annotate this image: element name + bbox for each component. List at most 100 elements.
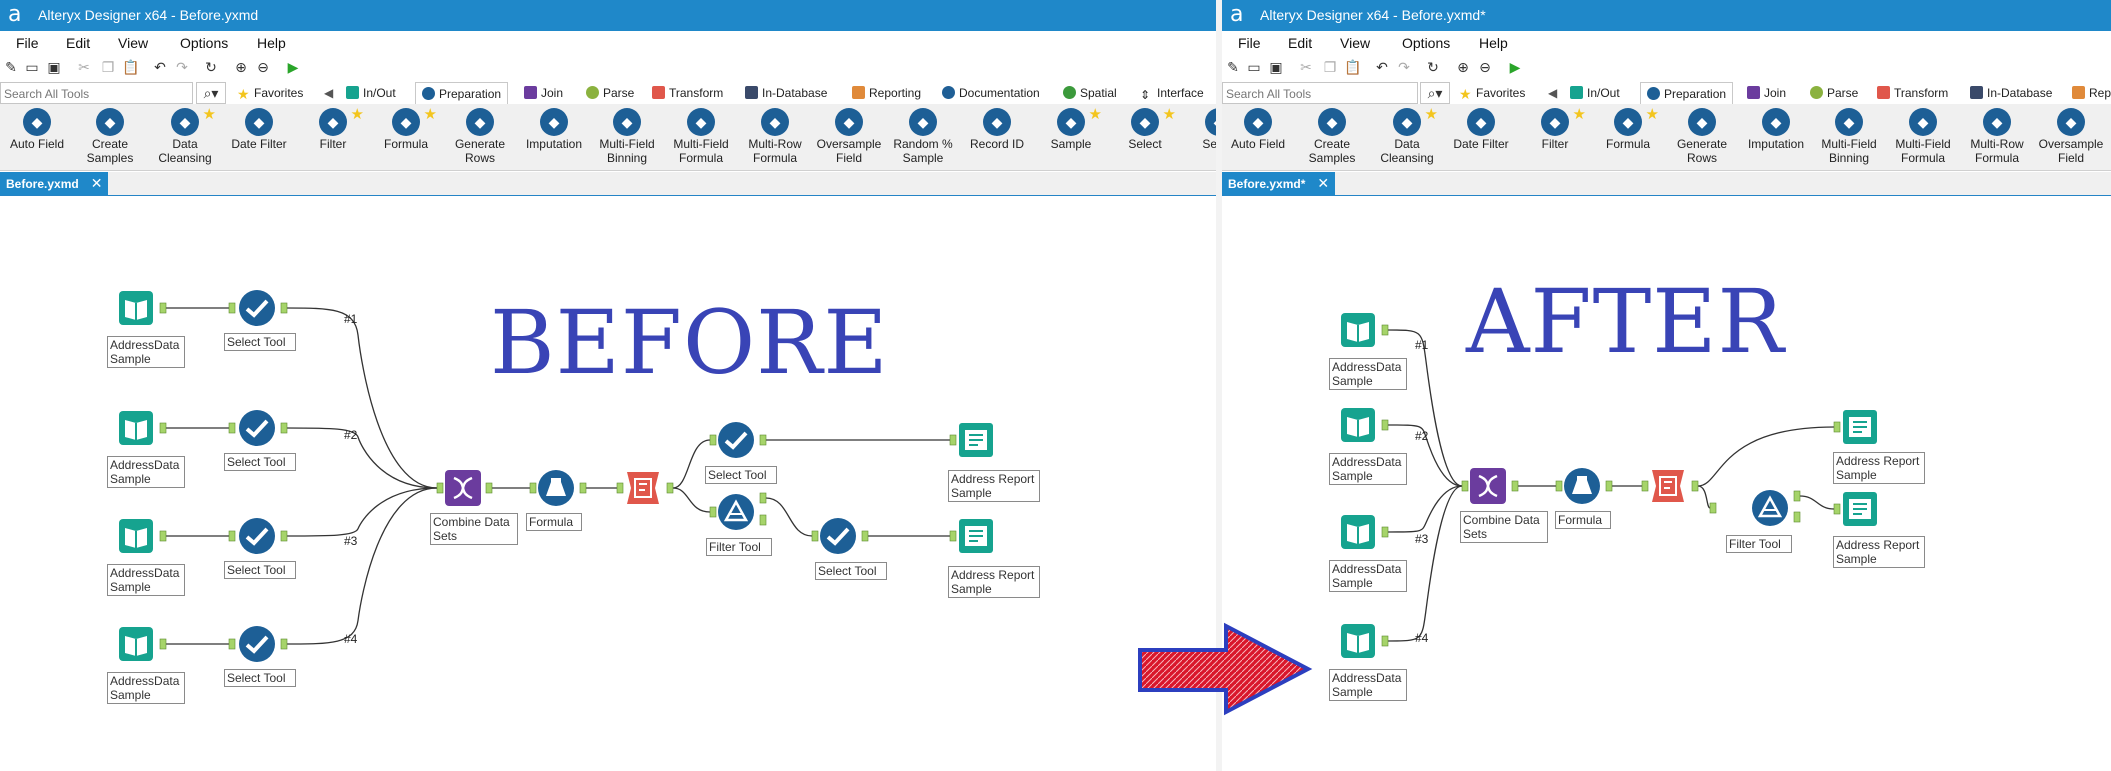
connection-anchor[interactable] (1381, 526, 1389, 538)
connection-anchor[interactable] (159, 302, 167, 314)
after-input-tool-addressdata-3-icon (1341, 515, 1375, 549)
filter-tool-icon (718, 494, 754, 530)
input-tool-addressdata-4[interactable] (116, 624, 156, 664)
connection-anchor[interactable] (280, 638, 288, 650)
sort-tool-icon (627, 472, 659, 504)
connection-anchor[interactable] (159, 638, 167, 650)
select-label: Select Tool (224, 453, 296, 471)
input-label: AddressData Sample (1329, 669, 1407, 701)
connection-anchor[interactable] (759, 434, 767, 446)
after-input-tool-addressdata-2[interactable] (1338, 405, 1378, 445)
filter-label: Filter Tool (1726, 535, 1792, 553)
output-tool-address-report-1-icon (959, 423, 993, 457)
input-tool-addressdata-1[interactable] (116, 288, 156, 328)
connection-anchor[interactable] (228, 530, 236, 542)
connection-anchor[interactable] (1793, 490, 1801, 502)
select-label: Select Tool (224, 561, 296, 579)
after-input-tool-addressdata-1[interactable] (1338, 310, 1378, 350)
select-label: Select Tool (815, 562, 887, 580)
connection-tag: #1 (1415, 338, 1429, 352)
connection-anchor[interactable] (228, 638, 236, 650)
connection-anchor[interactable] (666, 482, 674, 494)
after-formula-tool[interactable] (1562, 466, 1602, 506)
connection-anchor[interactable] (1605, 480, 1613, 492)
input-label: AddressData Sample (1329, 560, 1407, 592)
connection-tag: #4 (344, 632, 358, 646)
select-tool-3-icon (239, 518, 275, 554)
input-label: AddressData Sample (107, 564, 185, 596)
filter-label: Filter Tool (706, 538, 772, 556)
connection-wire (286, 487, 438, 537)
after-formula-tool-icon (1564, 468, 1600, 504)
after-output-tool-address-report-2[interactable] (1840, 489, 1880, 529)
connection-wire (765, 497, 813, 537)
input-label: AddressData Sample (107, 336, 185, 368)
after-sort-tool[interactable] (1648, 466, 1688, 506)
connection-anchor[interactable] (1709, 502, 1717, 514)
select-tool-1[interactable] (237, 288, 277, 328)
after-filter-tool[interactable] (1750, 488, 1790, 528)
output-label: Address Report Sample (1833, 536, 1925, 568)
formula-label: Formula (1555, 511, 1611, 529)
output-tool-address-report-2[interactable] (956, 516, 996, 556)
connection-anchor[interactable] (228, 422, 236, 434)
connection-anchor[interactable] (1691, 480, 1699, 492)
connection-wire (286, 307, 438, 489)
output-tool-address-report-2-icon (959, 519, 993, 553)
connection-anchor[interactable] (1793, 511, 1801, 523)
after-input-tool-addressdata-4-icon (1341, 624, 1375, 658)
input-tool-addressdata-2-icon (119, 411, 153, 445)
select-tool-4[interactable] (237, 624, 277, 664)
after-sort-tool-icon (1652, 470, 1684, 502)
input-label: AddressData Sample (1329, 453, 1407, 485)
connection-anchor[interactable] (485, 482, 493, 494)
input-tool-addressdata-3[interactable] (116, 516, 156, 556)
formula-tool[interactable] (536, 468, 576, 508)
select-tool-3[interactable] (237, 516, 277, 556)
select-tool-6-icon (820, 518, 856, 554)
connection-anchor[interactable] (159, 530, 167, 542)
after-combine-data-sets-tool[interactable] (1468, 466, 1508, 506)
input-label: AddressData Sample (1329, 358, 1407, 390)
combine-data-sets-tool-icon (445, 470, 481, 506)
combine-data-sets-tool[interactable] (443, 468, 483, 508)
connection-tag: #3 (344, 534, 358, 548)
red-arrow (1138, 622, 1313, 716)
connection-anchor[interactable] (759, 492, 767, 504)
connection-anchor[interactable] (1381, 324, 1389, 336)
connection-anchor[interactable] (280, 530, 288, 542)
after-input-tool-addressdata-3[interactable] (1338, 512, 1378, 552)
input-tool-addressdata-1-icon (119, 291, 153, 325)
after-output-tool-address-report-1[interactable] (1840, 407, 1880, 447)
connection-tag: #1 (344, 312, 358, 326)
connection-tag: #2 (344, 428, 358, 442)
connection-anchor[interactable] (280, 302, 288, 314)
input-label: AddressData Sample (107, 672, 185, 704)
connection-anchor[interactable] (861, 530, 869, 542)
connection-wire (1697, 426, 1835, 487)
connection-anchor[interactable] (1381, 635, 1389, 647)
after-input-tool-addressdata-4[interactable] (1338, 621, 1378, 661)
connection-anchor[interactable] (228, 302, 236, 314)
sort-tool[interactable] (623, 468, 663, 508)
connection-anchor[interactable] (579, 482, 587, 494)
connection-anchor[interactable] (1511, 480, 1519, 492)
filter-tool[interactable] (716, 492, 756, 532)
input-tool-addressdata-3-icon (119, 519, 153, 553)
select-label: Select Tool (705, 466, 777, 484)
select-tool-4-icon (239, 626, 275, 662)
connection-anchor[interactable] (1381, 419, 1389, 431)
select-tool-5[interactable] (716, 420, 756, 460)
connection-wire (286, 487, 438, 645)
connection-anchor[interactable] (759, 514, 767, 526)
combine-label: Combine Data Sets (1460, 511, 1548, 543)
output-label: Address Report Sample (948, 470, 1040, 502)
select-tool-2[interactable] (237, 408, 277, 448)
connection-anchor[interactable] (159, 422, 167, 434)
input-tool-addressdata-2[interactable] (116, 408, 156, 448)
connection-wire (1697, 485, 1711, 509)
select-tool-6[interactable] (818, 516, 858, 556)
connection-anchor[interactable] (280, 422, 288, 434)
output-tool-address-report-1[interactable] (956, 420, 996, 460)
output-label: Address Report Sample (1833, 452, 1925, 484)
